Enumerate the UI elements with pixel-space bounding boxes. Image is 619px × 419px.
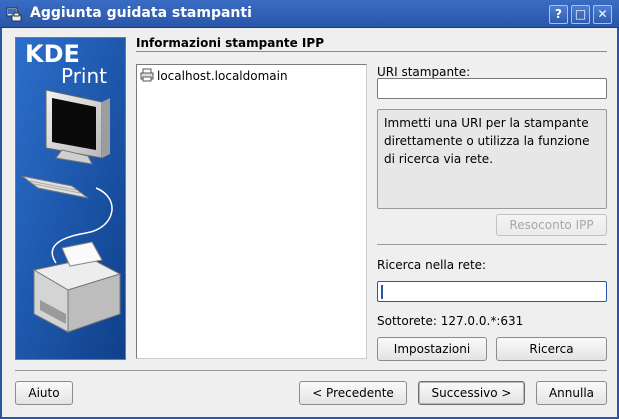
maximize-button[interactable]: □ <box>571 5 590 24</box>
uri-input[interactable] <box>378 79 606 98</box>
network-search-input[interactable] <box>378 282 606 301</box>
wizard-window: KDE Print Informazioni stampante IPP loc… <box>0 28 619 419</box>
uri-label: URI stampante: <box>377 65 471 79</box>
printer-icon <box>140 68 154 85</box>
list-item-label: localhost.localdomain <box>157 69 288 83</box>
window-title: Aggiunta guidata stampanti <box>30 5 252 21</box>
help-button[interactable]: ? <box>549 5 568 24</box>
logo-line-print: Print <box>61 64 108 88</box>
divider <box>377 244 607 245</box>
kde-logo-text: KDE Print <box>25 41 108 88</box>
next-button[interactable]: Successivo > <box>418 381 525 405</box>
title-bar: Aggiunta guidata stampanti ? □ ✕ <box>0 0 619 28</box>
footer-divider <box>15 370 607 371</box>
help-footer-button[interactable]: Aiuto <box>15 381 73 405</box>
ipp-report-button[interactable]: Resoconto IPP <box>496 214 607 236</box>
section-title: Informazioni stampante IPP <box>136 36 324 50</box>
kde-print-banner: KDE Print <box>15 37 126 360</box>
back-button[interactable]: < Precedente <box>299 381 407 405</box>
cancel-button[interactable]: Annulla <box>536 381 607 405</box>
uri-field-box <box>377 78 607 99</box>
text-caret <box>381 285 383 299</box>
network-field-box <box>377 281 607 302</box>
network-search-label: Ricerca nella rete: <box>377 258 487 272</box>
info-text: Immetti una URI per la stampante diretta… <box>384 116 590 166</box>
info-text-box: Immetti una URI per la stampante diretta… <box>377 109 607 209</box>
close-button[interactable]: ✕ <box>593 5 612 24</box>
section-divider <box>136 51 607 52</box>
printer-list[interactable]: localhost.localdomain <box>136 64 367 359</box>
search-button[interactable]: Ricerca <box>496 337 607 361</box>
subnet-text: Sottorete: 127.0.0.*:631 <box>377 314 524 328</box>
list-item[interactable]: localhost.localdomain <box>140 68 288 84</box>
settings-button[interactable]: Impostazioni <box>377 337 487 361</box>
printer-app-icon[interactable] <box>6 6 22 22</box>
